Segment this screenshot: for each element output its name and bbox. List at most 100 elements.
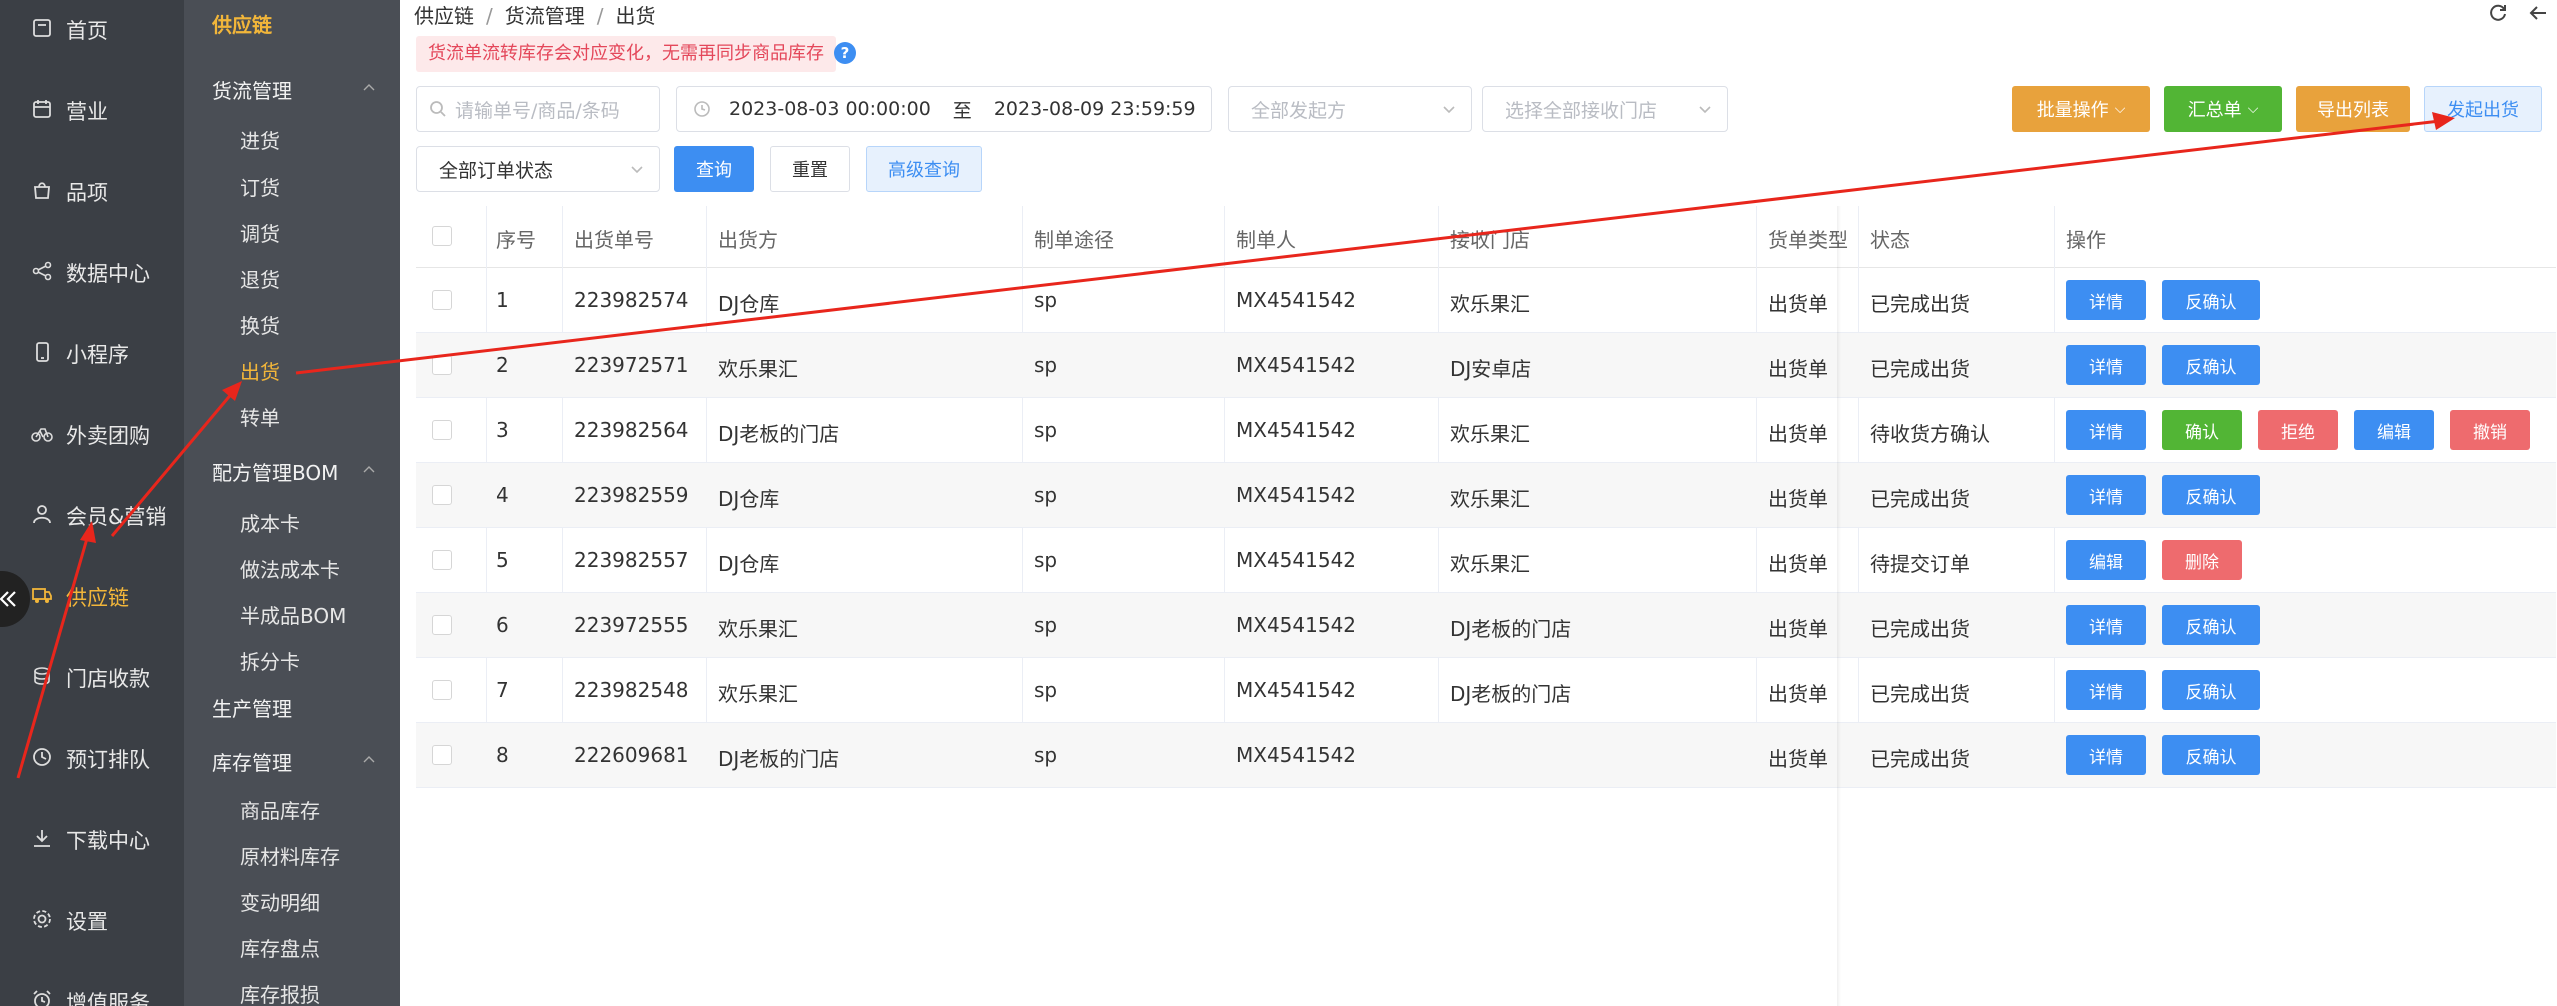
table-row[interactable]: 5 223982557 DJ仓库 sp MX4541542 欢乐果汇 出货单 待提交订单 编辑删… [416, 528, 2556, 593]
summary-button[interactable]: 汇总单 ⌵ [2164, 86, 2282, 132]
unconfirm-button[interactable]: 反确认 [2162, 670, 2260, 710]
table-row[interactable]: 4 223982559 DJ仓库 sp MX4541542 欢乐果汇 出货单 已完成出货 详情反… [416, 463, 2556, 528]
receiver-select[interactable]: 选择全部接收门店 [1482, 86, 1728, 132]
subnav-item[interactable]: 转单 [240, 402, 280, 431]
breadcrumb-item[interactable]: 货流管理 [505, 4, 585, 28]
query-button[interactable]: 查询 [674, 146, 754, 192]
row-checkbox[interactable] [432, 485, 452, 505]
subnav-item[interactable]: 订货 [240, 172, 280, 201]
delete-button[interactable]: 删除 [2162, 540, 2242, 580]
subnav-group[interactable]: 配方管理BOM [212, 457, 338, 486]
table-row[interactable]: 1 223982574 DJ仓库 sp MX4541542 欢乐果汇 出货单 已完成出货 详情反… [416, 268, 2556, 333]
column-header: 货单类型 [1768, 228, 1848, 252]
subnav-item[interactable]: 库存盘点 [240, 933, 320, 962]
batch-operation-button[interactable]: 批量操作 ⌵ [2012, 86, 2150, 132]
breadcrumb-item[interactable]: 供应链 [414, 4, 474, 28]
edit-button[interactable]: 编辑 [2066, 540, 2146, 580]
coins-icon [30, 664, 54, 688]
search-input[interactable]: 请输单号/商品/条码 [416, 86, 660, 132]
back-arrow-icon[interactable] [2527, 2, 2549, 24]
sender-select[interactable]: 全部发起方 [1228, 86, 1472, 132]
subnav-group[interactable]: 生产管理 [212, 693, 292, 722]
detail-button[interactable]: 详情 [2066, 410, 2146, 450]
unconfirm-button[interactable]: 反确认 [2162, 735, 2260, 775]
nav-item[interactable]: 门店收款 [0, 656, 184, 696]
revoke-button[interactable]: 撤销 [2450, 410, 2530, 450]
chevron-up-icon[interactable] [362, 463, 376, 477]
nav-item[interactable]: 小程序 [0, 332, 184, 372]
nav-item[interactable]: 下载中心 [0, 818, 184, 858]
cell-status: 已完成出货 [1870, 747, 1970, 771]
subnav-group[interactable]: 库存管理 [212, 747, 292, 776]
export-list-button[interactable]: 导出列表 [2296, 86, 2410, 132]
subnav-item[interactable]: 变动明细 [240, 887, 320, 916]
table-row[interactable]: 7 223982548 欢乐果汇 sp MX4541542 DJ老板的门店 出货单 已完成出货… [416, 658, 2556, 723]
reset-button[interactable]: 重置 [770, 146, 850, 192]
nav-item[interactable]: 品项 [0, 170, 184, 210]
nav-item-label: 小程序 [66, 343, 129, 367]
cell-status: 待收货方确认 [1870, 422, 1990, 446]
table-row[interactable]: 2 223972571 欢乐果汇 sp MX4541542 DJ安卓店 出货单 已完成出货 详情… [416, 333, 2556, 398]
row-checkbox[interactable] [432, 615, 452, 635]
edit-button[interactable]: 编辑 [2354, 410, 2434, 450]
subnav-item[interactable]: 出货 [240, 356, 280, 385]
nav-item[interactable]: 外卖团购 [0, 413, 184, 453]
subnav-item[interactable]: 原材料库存 [240, 841, 340, 870]
detail-button[interactable]: 详情 [2066, 475, 2146, 515]
date-start[interactable]: 2023-08-03 00:00:00 [729, 98, 931, 120]
subnav-item[interactable]: 半成品BOM [240, 600, 346, 629]
row-checkbox[interactable] [432, 420, 452, 440]
detail-button[interactable]: 详情 [2066, 605, 2146, 645]
nav-item[interactable]: 设置 [0, 899, 184, 939]
row-checkbox[interactable] [432, 290, 452, 310]
subnav-item[interactable]: 库存报损 [240, 979, 320, 1006]
unconfirm-button[interactable]: 反确认 [2162, 280, 2260, 320]
table-row[interactable]: 3 223982564 DJ老板的门店 sp MX4541542 欢乐果汇 出货单 待收货方确… [416, 398, 2556, 463]
row-checkbox[interactable] [432, 745, 452, 765]
advanced-query-button[interactable]: 高级查询 [866, 146, 982, 192]
subnav-item[interactable]: 商品库存 [240, 795, 320, 824]
nav-item[interactable]: 营业 [0, 89, 184, 129]
row-checkbox[interactable] [432, 680, 452, 700]
subnav-item[interactable]: 做法成本卡 [240, 554, 340, 583]
nav-item[interactable]: 会员&营销 [0, 494, 184, 534]
nav-item[interactable]: 预订排队 [0, 737, 184, 777]
cell-via: sp [1034, 353, 1058, 377]
detail-button[interactable]: 详情 [2066, 280, 2146, 320]
unconfirm-button[interactable]: 反确认 [2162, 345, 2260, 385]
cell-no: 2 [496, 353, 509, 377]
cell-from: DJ仓库 [718, 487, 780, 511]
create-shipment-button[interactable]: 发起出货 [2424, 86, 2542, 132]
unconfirm-button[interactable]: 反确认 [2162, 475, 2260, 515]
row-checkbox[interactable] [432, 355, 452, 375]
subnav-item[interactable]: 退货 [240, 264, 280, 293]
date-end[interactable]: 2023-08-09 23:59:59 [994, 98, 1196, 120]
subnav-item[interactable]: 成本卡 [240, 508, 300, 537]
subnav-item[interactable]: 调货 [240, 218, 280, 247]
refresh-icon[interactable] [2487, 2, 2509, 24]
nav-item[interactable]: 增值服务 [0, 980, 184, 1006]
subnav-item[interactable]: 进货 [240, 125, 280, 154]
nav-item[interactable]: 数据中心 [0, 251, 184, 291]
detail-button[interactable]: 详情 [2066, 345, 2146, 385]
subnav-item[interactable]: 换货 [240, 310, 280, 339]
order-status-select[interactable]: 全部订单状态 [416, 146, 660, 192]
detail-button[interactable]: 详情 [2066, 670, 2146, 710]
detail-button[interactable]: 详情 [2066, 735, 2146, 775]
cell-maker: MX4541542 [1236, 288, 1357, 312]
reject-button[interactable]: 拒绝 [2258, 410, 2338, 450]
nav-item[interactable]: 首页 [0, 8, 184, 48]
row-checkbox[interactable] [432, 550, 452, 570]
table-row[interactable]: 6 223972555 欢乐果汇 sp MX4541542 DJ老板的门店 出货单 已完成出货… [416, 593, 2556, 658]
cell-maker: MX4541542 [1236, 548, 1357, 572]
help-icon[interactable]: ? [834, 42, 856, 64]
unconfirm-button[interactable]: 反确认 [2162, 605, 2260, 645]
select-all-checkbox[interactable] [432, 226, 452, 246]
subnav-group[interactable]: 货流管理 [212, 75, 292, 104]
chevron-up-icon[interactable] [362, 753, 376, 767]
confirm-button[interactable]: 确认 [2162, 410, 2242, 450]
subnav-item[interactable]: 拆分卡 [240, 646, 300, 675]
table-row[interactable]: 8 222609681 DJ老板的门店 sp MX4541542 出货单 已完成出货 详情 反确… [416, 723, 2556, 788]
chevron-up-icon[interactable] [362, 81, 376, 95]
date-range-picker[interactable]: 2023-08-03 00:00:00 至 2023-08-09 23:59:5… [676, 86, 1212, 132]
